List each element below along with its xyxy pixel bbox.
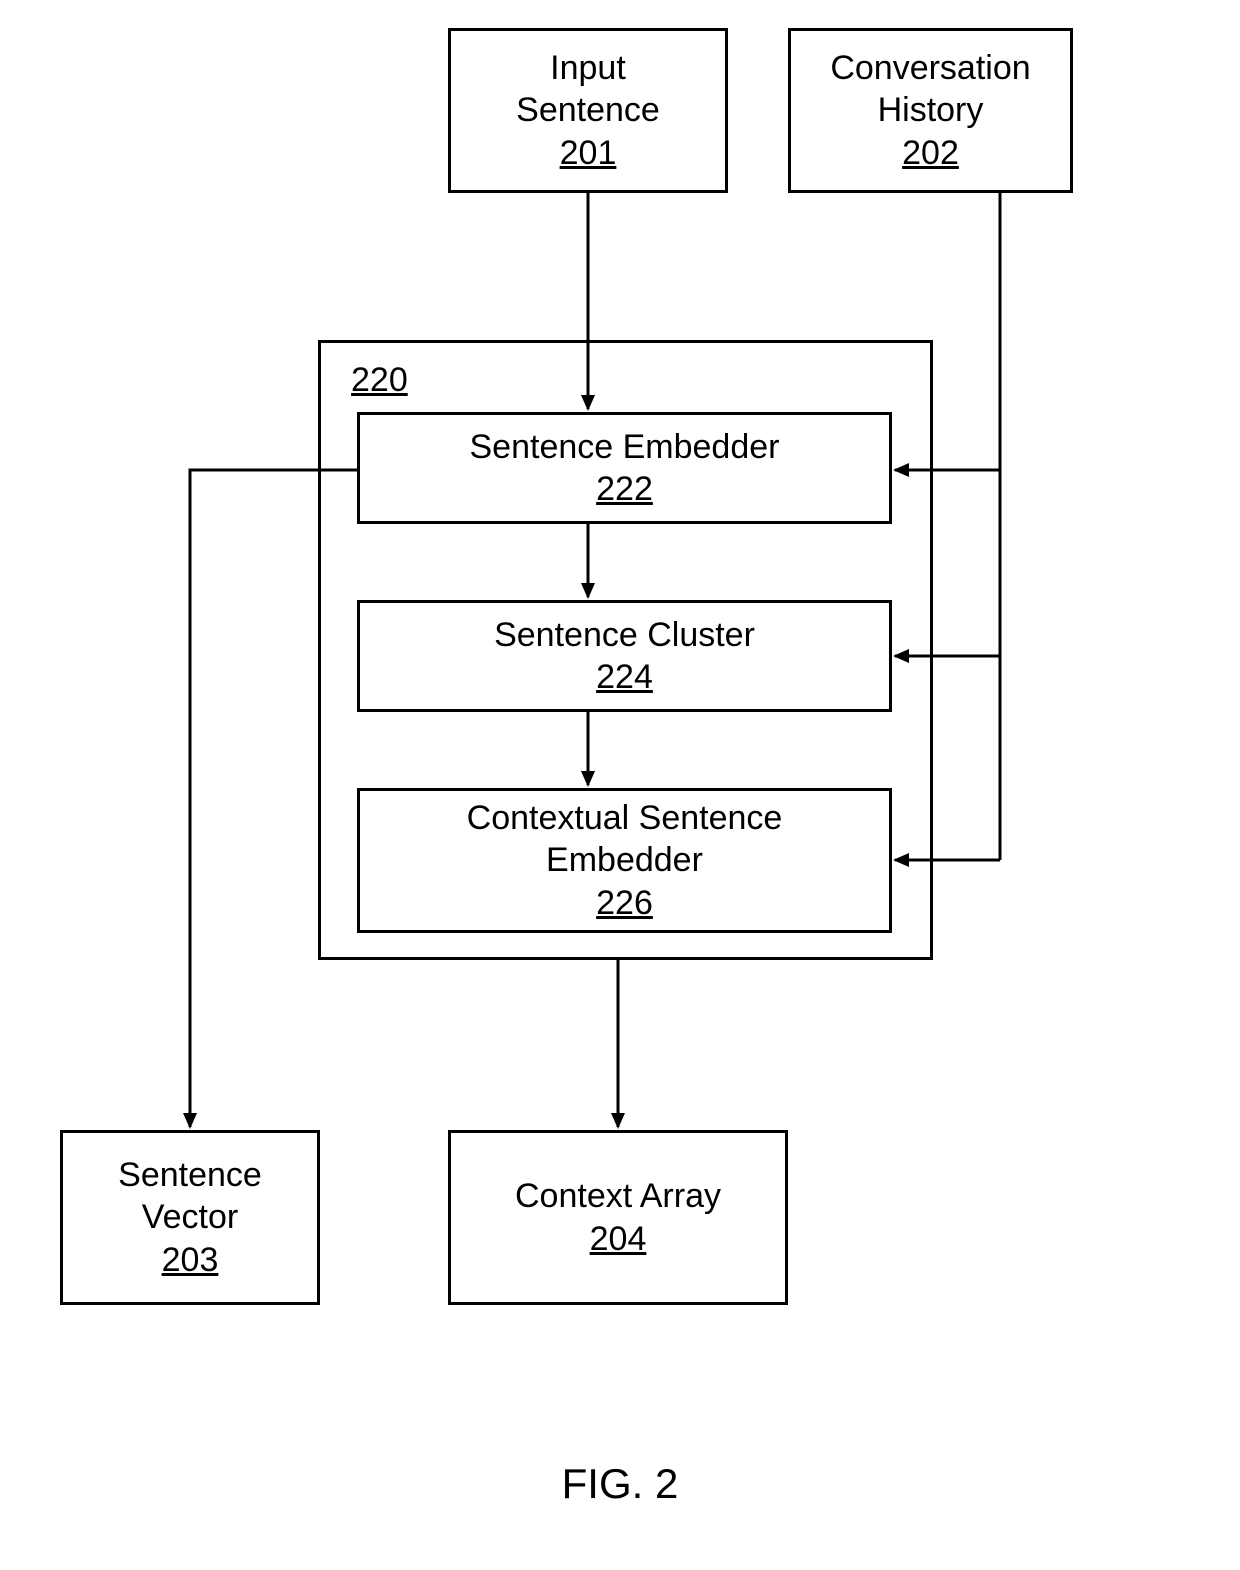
box-ref: 201 [560,132,617,175]
box-label: Contextual SentenceEmbedder [467,797,783,882]
box-ref: 226 [596,882,653,925]
box-contextual-embedder: Contextual SentenceEmbedder 226 [357,788,892,933]
box-label: SentenceVector [118,1154,262,1239]
box-conversation-history: ConversationHistory 202 [788,28,1073,193]
box-input-sentence: InputSentence 201 [448,28,728,193]
box-label: ConversationHistory [830,47,1030,132]
box-label: InputSentence [516,47,660,132]
box-ref: 202 [902,132,959,175]
box-sentence-embedder: Sentence Embedder 222 [357,412,892,524]
box-sentence-vector: SentenceVector 203 [60,1130,320,1305]
box-sentence-cluster: Sentence Cluster 224 [357,600,892,712]
box-ref: 222 [596,468,653,511]
box-ref: 204 [590,1218,647,1261]
box-context-array: Context Array 204 [448,1130,788,1305]
figure-caption: FIG. 2 [0,1460,1240,1508]
box-label: Sentence Cluster [494,614,755,657]
box-label: Context Array [515,1175,721,1218]
box-ref: 224 [596,656,653,699]
box-label: Sentence Embedder [470,426,780,469]
container-ref: 220 [351,361,408,400]
box-ref: 203 [162,1239,219,1282]
